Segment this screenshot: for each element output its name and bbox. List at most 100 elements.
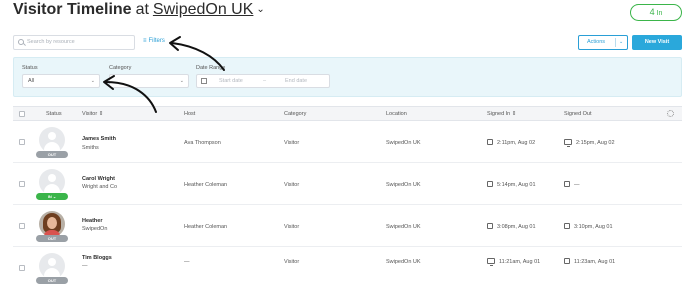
page-title-at: at xyxy=(135,1,149,18)
signed-in-time: 5:14pm, Aug 01 xyxy=(497,182,536,188)
host-name: Heather Coleman xyxy=(184,224,228,230)
chevron-down-icon: ⌄ xyxy=(179,78,184,84)
sort-icon: ⇕ xyxy=(511,111,517,117)
status-filter-value: All xyxy=(28,78,35,84)
visitor-name[interactable]: Heather xyxy=(82,218,102,224)
tablet-icon xyxy=(564,181,570,187)
visitor-company: Wright and Co xyxy=(82,184,118,190)
actions-label: Actions xyxy=(587,39,606,45)
column-visitor[interactable]: Visitor ⇕ xyxy=(82,111,103,117)
signed-in-count: 4 xyxy=(649,7,655,17)
start-date-input[interactable]: Start date xyxy=(219,75,243,87)
row-checkbox[interactable] xyxy=(19,139,25,145)
monitor-icon xyxy=(487,258,495,266)
page-title-text: Visitor Timeline xyxy=(13,1,132,18)
date-range-label: Date Range xyxy=(196,65,226,71)
status-badge: OUT xyxy=(36,277,68,284)
visitor-company: — xyxy=(82,263,88,269)
tablet-icon xyxy=(564,258,570,264)
category: Visitor xyxy=(284,224,300,230)
host-name: — xyxy=(184,259,190,265)
calendar-icon xyxy=(201,78,207,84)
location: SwipedOn UK xyxy=(386,182,421,188)
chevron-down-icon: ⌄ xyxy=(619,39,624,45)
column-signed-in-label: Signed In xyxy=(487,111,511,117)
column-status: Status xyxy=(46,111,62,117)
signed-in-label: In xyxy=(656,10,663,17)
search-placeholder: Search by resource xyxy=(27,39,75,45)
signed-in-count-badge[interactable]: 4 In xyxy=(630,4,682,21)
visitor-company: SwipedOn xyxy=(82,226,108,232)
category-filter-select[interactable]: ⌄ xyxy=(109,74,189,88)
status-filter-select[interactable]: All ⌄ xyxy=(22,74,100,88)
visitor-name[interactable]: James Smith xyxy=(82,136,116,142)
tablet-icon xyxy=(487,223,493,229)
venue-selector[interactable]: SwipedOn UK xyxy=(153,1,254,18)
category-filter-label: Category xyxy=(109,65,132,71)
location: SwipedOn UK xyxy=(386,259,421,265)
sort-icon: ⇕ xyxy=(98,111,104,117)
end-date-input[interactable]: End date xyxy=(285,75,307,87)
tablet-icon xyxy=(487,139,493,145)
category: Visitor xyxy=(284,182,300,188)
status-badge: OUT xyxy=(36,151,68,158)
select-all-checkbox[interactable] xyxy=(19,111,25,117)
location: SwipedOn UK xyxy=(386,140,421,146)
row-checkbox[interactable] xyxy=(19,223,25,229)
signed-in-time: 3:08pm, Aug 01 xyxy=(497,224,536,230)
chevron-down-icon: ⌄ xyxy=(90,78,95,84)
row-checkbox[interactable] xyxy=(19,181,25,187)
avatar xyxy=(39,253,65,279)
filters-label: Filters xyxy=(148,38,165,44)
host-name: Ava Thompson xyxy=(184,140,221,146)
date-separator: – xyxy=(263,78,267,84)
visitor-name[interactable]: Carol Wright xyxy=(82,176,115,182)
gear-icon[interactable] xyxy=(667,110,674,117)
search-input[interactable]: Search by resource xyxy=(13,35,135,50)
column-signed-in[interactable]: Signed In ⇕ xyxy=(487,111,516,117)
table-header: Status Visitor ⇕ Host Category Location … xyxy=(13,106,682,121)
column-visitor-label: Visitor xyxy=(82,111,98,117)
filters-button[interactable]: ≡ Filters xyxy=(143,38,165,44)
status-badge: OUT xyxy=(36,235,68,242)
status-badge[interactable]: IN ⌄ xyxy=(36,193,68,200)
table-row[interactable]: IN ⌄ Carol Wright Wright and Co Heather … xyxy=(13,164,682,205)
status-filter-label: Status xyxy=(22,65,38,71)
visitor-name[interactable]: Tim Bloggs xyxy=(82,255,112,261)
host-name: Heather Coleman xyxy=(184,182,228,188)
chevron-down-icon: ⌄ xyxy=(52,194,57,199)
tablet-icon xyxy=(487,181,493,187)
visitor-company: Smiths xyxy=(82,145,99,151)
filter-icon: ≡ xyxy=(143,38,147,44)
table-row[interactable]: OUT James Smith Smiths Ava Thompson Visi… xyxy=(13,122,682,163)
column-location: Location xyxy=(386,111,407,117)
row-checkbox[interactable] xyxy=(19,265,25,271)
signed-out-time: 3:10pm, Aug 01 xyxy=(574,224,613,230)
avatar xyxy=(39,127,65,153)
filter-panel: Status All ⌄ Category ⌄ Date Range Start… xyxy=(13,57,682,97)
arrow-to-filters-head xyxy=(169,36,181,51)
table-row[interactable]: OUT Tim Bloggs — — Visitor SwipedOn UK 1… xyxy=(13,248,682,287)
category: Visitor xyxy=(284,140,300,146)
signed-out-time: 11:23am, Aug 01 xyxy=(574,259,616,265)
column-signed-out: Signed Out xyxy=(564,111,592,117)
chevron-down-icon[interactable]: ⌄ xyxy=(256,4,264,15)
search-icon xyxy=(18,39,24,45)
avatar xyxy=(39,169,65,195)
actions-dropdown[interactable]: Actions ⌄ xyxy=(578,35,628,50)
signed-out-time: — xyxy=(574,182,580,188)
date-range-picker[interactable]: Start date – End date xyxy=(196,74,330,88)
tablet-icon xyxy=(564,223,570,229)
monitor-icon xyxy=(564,139,572,147)
signed-in-time: 2:11pm, Aug 02 xyxy=(497,140,536,146)
signed-in-time: 11:21am, Aug 01 xyxy=(499,259,541,265)
location: SwipedOn UK xyxy=(386,224,421,230)
new-visit-button[interactable]: New Visit xyxy=(632,35,682,50)
column-host: Host xyxy=(184,111,196,117)
column-category: Category xyxy=(284,111,307,117)
actions-divider xyxy=(615,38,616,47)
signed-out-time: 2:15pm, Aug 02 xyxy=(576,140,615,146)
visitor-timeline-page: Visitor Timeline at SwipedOn UK ⌄ 4 In Searc… xyxy=(0,0,688,287)
category: Visitor xyxy=(284,259,300,265)
table-row[interactable]: OUT Heather SwipedOn Heather Coleman Vis… xyxy=(13,206,682,247)
